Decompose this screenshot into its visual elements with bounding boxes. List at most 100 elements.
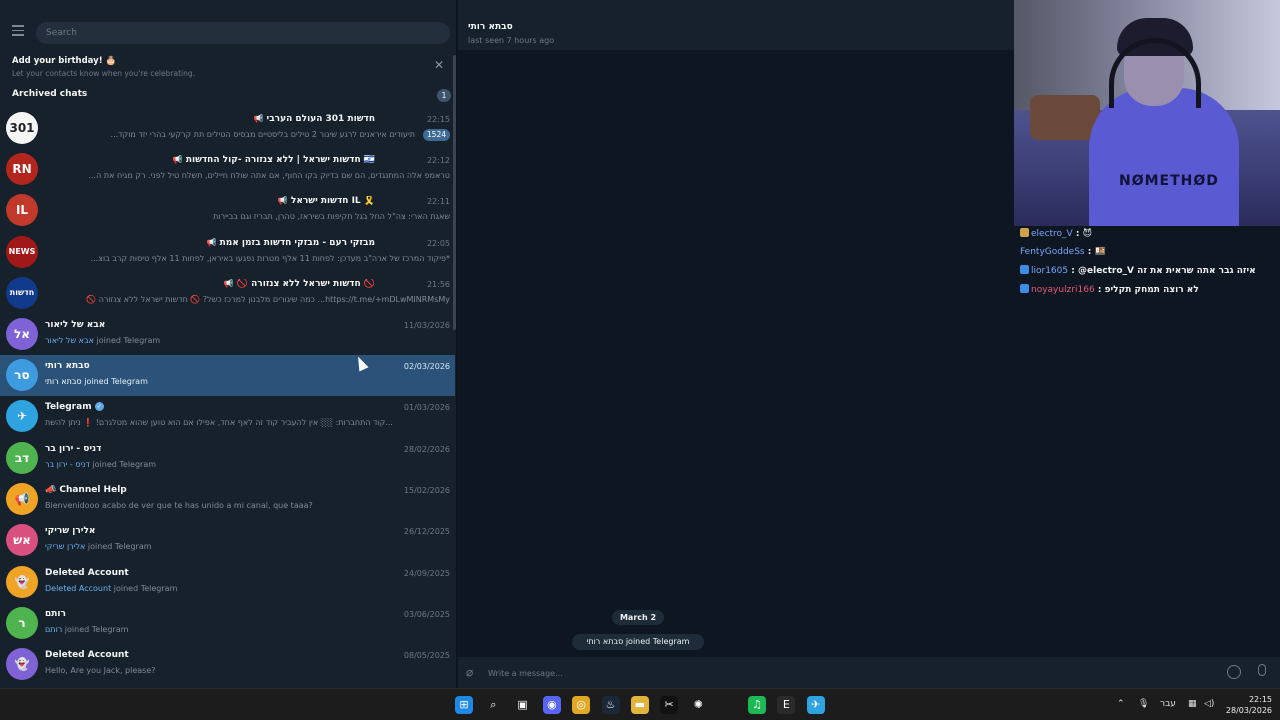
chatgpt-icon[interactable]: ✺ bbox=[689, 696, 707, 714]
chat-avatar: 👻 bbox=[6, 648, 38, 680]
chat-preview-text: joined Telegram bbox=[81, 377, 148, 386]
chat-avatar: 👻 bbox=[6, 566, 38, 598]
chat-preview-contact: אבא של ליאור bbox=[45, 336, 94, 345]
chat-header[interactable]: סבתא רותי last seen 7 hours ago bbox=[458, 0, 1014, 50]
birthday-banner[interactable]: Add your birthday! 🎂 Let your contacts k… bbox=[0, 52, 457, 84]
chat-preview: Bienvenidooo acabo de ver que te has uni… bbox=[45, 501, 450, 510]
microphone-icon[interactable] bbox=[1258, 664, 1266, 676]
archived-chats-row[interactable]: Archived chats 1 bbox=[0, 85, 457, 105]
chat-title-text: 📣 Channel Help bbox=[45, 485, 127, 495]
chat-title: Deleted Account bbox=[45, 650, 385, 660]
chat-list-scrollbar[interactable] bbox=[453, 55, 456, 330]
chat-time: 22:05 bbox=[426, 239, 450, 248]
chat-time: 11/03/2026 bbox=[403, 321, 450, 330]
windows-taskbar: ⊞ ⌕ ▣ ◉ ◎ ♨ ▬ ✂ ✺ ♫ E ✈ ⌃ 🎙 עבר ▦ ◁) 22:15 28/03/20… bbox=[0, 688, 1280, 720]
chat-row[interactable]: RN 📢 חדשות ישראל | ללא צנזורה -קול החדשות … bbox=[0, 149, 455, 190]
webcam-streamer: NØMETHØD bbox=[1089, 18, 1239, 226]
chat-time: 24/09/2025 bbox=[403, 569, 450, 578]
task-view-icon[interactable]: ▣ bbox=[514, 696, 532, 714]
chat-preview-text: joined Telegram bbox=[62, 625, 129, 634]
chat-row[interactable]: ✈ Telegram ✓ 01/03/2026 קוד התחברות: ░░ אין … bbox=[0, 396, 455, 437]
chat-preview: טראמפ אלה המתנגדים, הם שם בדיוק בקו החוף… bbox=[45, 171, 450, 180]
chat-preview-contact: אלירן שריקי bbox=[45, 542, 86, 551]
separator: : bbox=[1094, 284, 1105, 295]
chat-title: 📢 מבזקי רעם - מבזקי חדשות בזמן אמת bbox=[0, 238, 375, 248]
taskbar-clock[interactable]: 22:15 28/03/2026 bbox=[1222, 694, 1272, 716]
separator: : bbox=[1072, 229, 1083, 239]
chat-title-text: 🚫 חדשות ישראל ללא צנזורה 🚫 bbox=[236, 279, 375, 289]
chat-row[interactable]: 👻 Deleted Account 08/05/2025 Hello, Are you… bbox=[0, 644, 455, 685]
channel-megaphone-icon: 📢 bbox=[277, 196, 288, 205]
stream-chat-overlay: electro_V : 😈 FentyGoddeSs : 🍱 lior1605 : … bbox=[1020, 228, 1278, 302]
file-explorer-icon[interactable]: ▬ bbox=[630, 696, 649, 714]
separator: : bbox=[1084, 246, 1095, 257]
chat-preview: Hello, Are you Jack, please? bbox=[45, 666, 450, 675]
chat-row[interactable]: דב דניס - ירון בר 28/02/2026 דניס - ירון בר… bbox=[0, 438, 455, 479]
chat-row[interactable]: אל אבא של ליאור 11/03/2026 אבא של ליאור joi… bbox=[0, 314, 455, 355]
chat-header-status: last seen 7 hours ago bbox=[468, 36, 555, 45]
chat-time: 01/03/2026 bbox=[403, 403, 450, 412]
birthday-banner-subtitle: Let your contacts know when you're celeb… bbox=[12, 69, 195, 78]
chat-row[interactable]: חדשות 📢 🚫 חדשות ישראל ללא צנזורה 🚫 21:56 htt… bbox=[0, 273, 455, 314]
chat-preview: סבתא רותי joined Telegram bbox=[45, 377, 450, 386]
chat-row[interactable]: 📢 📣 Channel Help 15/02/2026 Bienvenidooo ac… bbox=[0, 479, 455, 520]
chat-row[interactable]: סר סבתא רותי 02/03/2026 סבתא רותי joined Te… bbox=[0, 355, 455, 396]
chat-title-text: רותם bbox=[45, 609, 66, 619]
chat-time: 21:56 bbox=[426, 280, 450, 289]
chat-title: 📢 🚫 חדשות ישראל ללא צנזורה 🚫 bbox=[0, 279, 375, 289]
stream-chat-text: לא רוצה תמחק תקליפ bbox=[1104, 284, 1199, 295]
user-badge-icon bbox=[1020, 283, 1029, 293]
spotify-icon[interactable]: ♫ bbox=[748, 696, 766, 714]
chat-title-text: אבא של ליאור bbox=[45, 320, 106, 330]
unread-count-badge: 1524 bbox=[422, 129, 450, 141]
chat-preview-text: תיעודים איראנים לרגע שיגור 2 טילים בליסט… bbox=[110, 130, 415, 139]
chat-preview-text: joined Telegram bbox=[89, 460, 157, 469]
separator: : bbox=[1068, 266, 1078, 276]
channel-megaphone-icon: 📢 bbox=[172, 155, 183, 164]
stream-chat-username: FentyGoddeSs bbox=[1020, 246, 1085, 257]
chat-row[interactable]: 👻 Deleted Account 24/09/2025 Deleted Accoun… bbox=[0, 562, 455, 603]
chat-preview: דניס - ירון בר joined Telegram bbox=[45, 460, 450, 469]
message-input[interactable] bbox=[488, 665, 1188, 681]
user-badge-icon bbox=[1020, 265, 1029, 274]
chat-row[interactable]: IL 📢 חדשות ישראל IL 🎗️ 22:11 שאגת הארי: צה"ל… bbox=[0, 190, 455, 231]
hamburger-menu-icon[interactable] bbox=[8, 22, 28, 42]
channel-megaphone-icon: 📢 bbox=[253, 114, 264, 123]
chat-row[interactable]: NEWS 📢 מבזקי רעם - מבזקי חדשות בזמן אמת 22:… bbox=[0, 232, 455, 273]
chat-time: 28/02/2026 bbox=[403, 445, 450, 454]
search-input[interactable] bbox=[36, 22, 450, 44]
telegram-icon[interactable]: ✈ bbox=[806, 696, 825, 714]
chat-time: 22:15 bbox=[426, 115, 450, 124]
paperclip-icon[interactable]: ⌀ bbox=[466, 665, 480, 679]
chat-row[interactable]: ר רותם 03/06/2025 רותם joined Telegram bbox=[0, 603, 455, 644]
streamer-hoodie bbox=[1089, 88, 1239, 226]
chat-row[interactable]: 301 📢 חדשות 301 העולם הערבי 22:15 תיעודים אי… bbox=[0, 108, 455, 149]
chat-avatar: ר bbox=[6, 607, 38, 639]
chat-time: 15/02/2026 bbox=[403, 486, 450, 495]
chat-preview: שאגת הארי: צה"ל החל בגל תקיפות בשיראז, ט… bbox=[45, 212, 450, 221]
blank-icon[interactable] bbox=[719, 696, 737, 714]
chat-header-name: סבתא רותי bbox=[468, 22, 513, 32]
emoji-icon[interactable] bbox=[1227, 665, 1241, 679]
chat-title: 📢 חדשות 301 העולם הערבי bbox=[0, 114, 375, 124]
epic-games-icon[interactable]: E bbox=[777, 696, 796, 714]
chat-avatar: 📢 bbox=[6, 483, 38, 515]
compose-bar: ⌀ bbox=[458, 657, 1280, 688]
chrome-icon[interactable]: ◎ bbox=[572, 696, 591, 714]
close-icon[interactable]: ✕ bbox=[434, 58, 444, 72]
capcut-icon[interactable]: ✂ bbox=[660, 696, 679, 714]
search-icon[interactable]: ⌕ bbox=[484, 696, 502, 714]
chat-preview: Deleted Account joined Telegram bbox=[45, 584, 450, 593]
steam-icon[interactable]: ♨ bbox=[601, 696, 620, 714]
chat-preview-text: Hello, Are you Jack, please? bbox=[45, 666, 156, 675]
language-indicator[interactable]: עבר bbox=[1160, 699, 1176, 709]
volume-icon[interactable]: ◁) bbox=[1204, 699, 1214, 709]
windows-start-icon[interactable]: ⊞ bbox=[455, 696, 473, 714]
discord-icon[interactable]: ◉ bbox=[542, 696, 561, 714]
chevron-up-icon[interactable]: ⌃ bbox=[1117, 699, 1125, 709]
chat-row[interactable]: אש אלירן שריקי 26/12/2025 אלירן שריקי joine… bbox=[0, 520, 455, 561]
microphone-tray-icon[interactable]: 🎙 bbox=[1138, 699, 1149, 709]
network-icon[interactable]: ▦ bbox=[1188, 699, 1197, 709]
verified-badge-icon: ✓ bbox=[94, 402, 104, 411]
stream-chat-text: 🍱 bbox=[1094, 246, 1106, 257]
